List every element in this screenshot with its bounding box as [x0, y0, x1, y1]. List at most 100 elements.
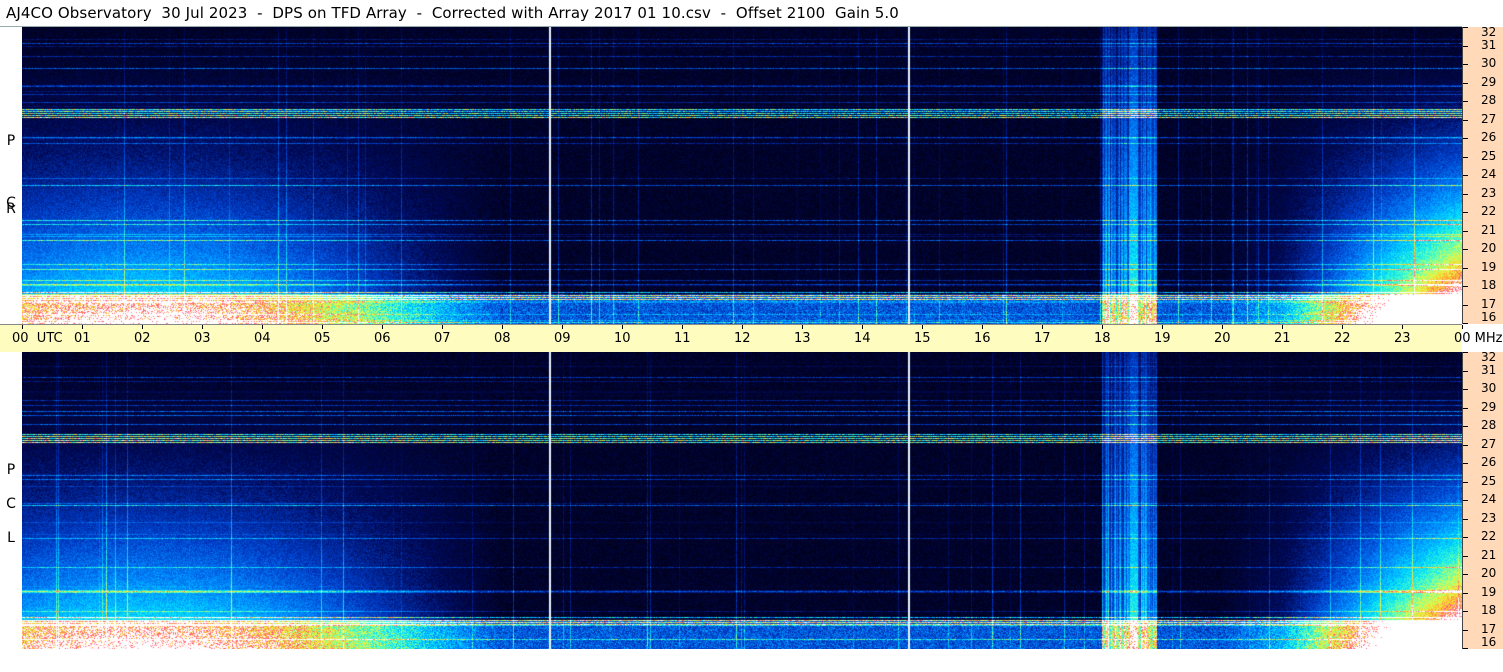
hour-tick — [442, 325, 443, 329]
bottom-margin — [0, 649, 1503, 672]
lcp-label-c: C — [6, 496, 16, 512]
hour-tick — [1342, 325, 1343, 329]
rcp-mhz-label: 21 — [1481, 223, 1497, 237]
hour-tick — [142, 325, 143, 329]
rcp-mhz-label: 25 — [1481, 149, 1497, 163]
rcp-mhz-label: 22 — [1481, 204, 1497, 218]
hour-tick — [682, 325, 683, 329]
lcp-mhz-tick — [1463, 611, 1468, 612]
hour-tick — [802, 325, 803, 329]
lcp-mhz-tick — [1463, 463, 1468, 464]
lcp-mhz-tick — [1463, 408, 1468, 409]
rcp-mhz-label: 20 — [1481, 241, 1497, 255]
rcp-mhz-label: 17 — [1481, 297, 1497, 311]
hour-tick — [742, 325, 743, 329]
hour-label: 18 — [1094, 331, 1111, 346]
hour-tick — [982, 325, 983, 329]
lcp-mhz-tick — [1463, 519, 1468, 520]
lcp-mhz-label: 17 — [1481, 622, 1497, 636]
lcp-mhz-label: 26 — [1481, 455, 1497, 469]
hour-label: 05 — [314, 331, 331, 346]
rcp-mhz-label: 32 — [1481, 25, 1497, 39]
lcp-mhz-label: 23 — [1481, 511, 1497, 525]
rcp-frequency-axis: 32 31 30 29 28 27 26 25 24 23 22 21 20 19 18 17 16 — [1462, 25, 1503, 324]
lcp-mhz-tick — [1463, 556, 1468, 557]
hour-tick — [622, 325, 623, 329]
rcp-mhz-tick — [1463, 27, 1468, 28]
lcp-mhz-label: 22 — [1481, 529, 1497, 543]
title-bar: AJ4CO Observatory 30 Jul 2023 - DPS on T… — [0, 0, 1462, 27]
hour-tick — [1042, 325, 1043, 329]
lcp-mhz-tick — [1463, 482, 1468, 483]
rcp-mhz-tick — [1463, 120, 1468, 121]
hour-label: 08 — [494, 331, 511, 346]
rcp-mhz-tick — [1463, 231, 1468, 232]
hour-tick — [862, 325, 863, 329]
rcp-mhz-tick — [1463, 138, 1468, 139]
rcp-label-strip: P C R — [0, 27, 22, 324]
lcp-mhz-tick — [1463, 389, 1468, 390]
lcp-mhz-tick — [1463, 445, 1468, 446]
hour-label: 17 — [1034, 331, 1051, 346]
hour-label: 02 — [134, 331, 151, 346]
hour-label: 11 — [674, 331, 691, 346]
rcp-mhz-tick — [1463, 268, 1468, 269]
hour-tick — [322, 325, 323, 329]
rcp-mhz-label: 30 — [1481, 56, 1497, 70]
lcp-mhz-label: 16 — [1481, 635, 1497, 649]
window-title: AJ4CO Observatory 30 Jul 2023 - DPS on T… — [6, 4, 899, 22]
lcp-mhz-tick — [1463, 630, 1468, 631]
hour-label: 07 — [434, 331, 451, 346]
lcp-mhz-tick — [1463, 574, 1468, 575]
rcp-spectrogram — [22, 27, 1462, 324]
rcp-mhz-tick — [1463, 175, 1468, 176]
rcp-mhz-tick — [1463, 212, 1468, 213]
rcp-mhz-label: 29 — [1481, 75, 1497, 89]
lcp-label-p: P — [6, 462, 16, 478]
rcp-label-r: R — [6, 201, 16, 217]
hour-tick — [1162, 325, 1163, 329]
lcp-mhz-tick — [1463, 500, 1468, 501]
lcp-mhz-label: 30 — [1481, 381, 1497, 395]
rcp-mhz-tick — [1463, 83, 1468, 84]
lcp-mhz-label: 21 — [1481, 548, 1497, 562]
hour-label: 14 — [854, 331, 871, 346]
hour-label: 00 UTC — [12, 331, 63, 346]
lcp-spectrogram — [22, 352, 1462, 649]
lcp-mhz-label: 32 — [1481, 350, 1497, 364]
rcp-mhz-label: 31 — [1481, 38, 1497, 52]
lcp-mhz-tick — [1463, 537, 1468, 538]
lcp-mhz-label: 19 — [1481, 585, 1497, 599]
lcp-mhz-tick — [1463, 426, 1468, 427]
hour-label: 23 — [1394, 331, 1411, 346]
hour-tick — [922, 325, 923, 329]
lcp-mhz-label: 27 — [1481, 437, 1497, 451]
hour-label: 22 — [1334, 331, 1351, 346]
hour-label: 01 — [74, 331, 91, 346]
hour-label: 00 MHz — [1454, 331, 1503, 346]
hour-label: 12 — [734, 331, 751, 346]
hour-label: 20 — [1214, 331, 1231, 346]
rcp-mhz-label: 18 — [1481, 278, 1497, 292]
hour-label: 13 — [794, 331, 811, 346]
hour-label: 16 — [974, 331, 991, 346]
rcp-mhz-label: 16 — [1481, 310, 1497, 324]
rcp-mhz-tick — [1463, 64, 1468, 65]
rcp-mhz-tick — [1463, 249, 1468, 250]
hour-tick — [1102, 325, 1103, 329]
lcp-mhz-label: 18 — [1481, 603, 1497, 617]
hour-tick — [562, 325, 563, 329]
lcp-mhz-tick — [1463, 371, 1468, 372]
hour-label: 19 — [1154, 331, 1171, 346]
lcp-mhz-label: 24 — [1481, 492, 1497, 506]
lcp-frequency-axis: 32 31 30 29 28 27 26 25 24 23 22 21 20 19 18 17 16 — [1462, 350, 1503, 649]
rcp-mhz-tick — [1463, 101, 1468, 102]
rcp-mhz-label: 28 — [1481, 93, 1497, 107]
rcp-mhz-label: 27 — [1481, 112, 1497, 126]
hour-tick — [1282, 325, 1283, 329]
rcp-mhz-tick — [1463, 194, 1468, 195]
rcp-mhz-tick — [1463, 286, 1468, 287]
lcp-label-l: L — [7, 530, 15, 546]
rcp-label-p: P — [6, 133, 16, 149]
utc-time-axis: 00 UTC 01 02 03 04 05 06 07 08 09 10 11 12 13 14 15 16 17… — [0, 324, 1503, 354]
